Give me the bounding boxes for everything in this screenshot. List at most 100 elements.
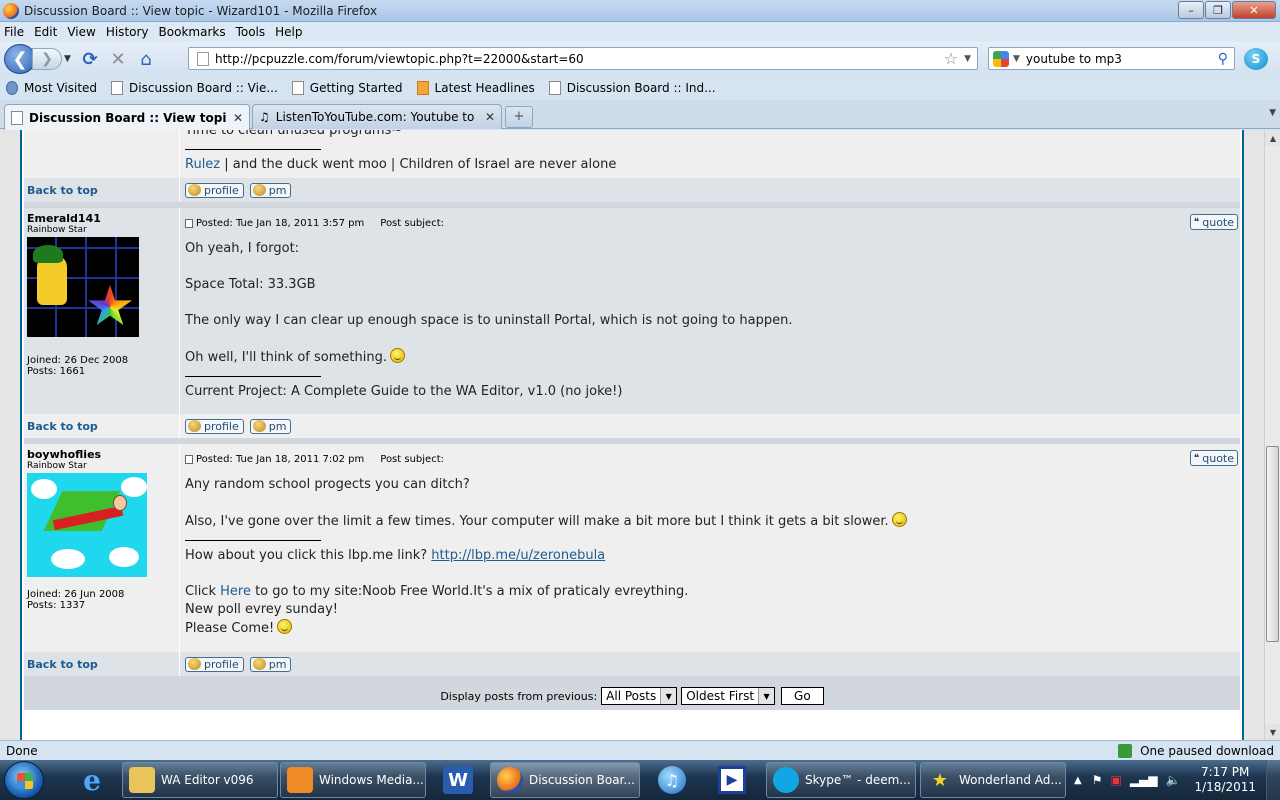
post-subject: Post subject: — [380, 217, 444, 229]
taskbar-label: Windows Media... — [319, 773, 424, 787]
bookmark-most-visited[interactable]: Most Visited — [6, 81, 97, 95]
select-value: All Posts — [606, 689, 657, 703]
action-center-flag-icon[interactable]: ⚑ — [1092, 773, 1103, 787]
post-body: Time to clean unused programs~ Rulez | a… — [180, 130, 1240, 178]
profile-button[interactable]: profile — [185, 418, 244, 434]
new-tab-button[interactable]: + — [505, 106, 533, 128]
minimize-button[interactable]: – — [1178, 1, 1204, 19]
profile-button[interactable]: profile — [185, 182, 244, 198]
close-tab-icon[interactable]: ✕ — [233, 111, 243, 125]
tab-listentoyoutube[interactable]: ♫ ListenToYouTube.com: Youtube to ... ✕ — [252, 104, 502, 129]
profile-icon — [188, 658, 201, 670]
taskbar-button-wa-editor[interactable]: WA Editor v096 — [122, 762, 278, 798]
author-name[interactable]: Emerald141 — [27, 212, 176, 225]
start-button[interactable] — [4, 761, 44, 799]
author-name[interactable]: boywhoflies — [27, 448, 176, 461]
search-icon[interactable]: ⚲ — [1218, 51, 1228, 67]
search-engine-dropdown-icon[interactable]: ▼ — [1013, 54, 1020, 64]
taskbar-button-skype[interactable]: Skype™ - deem... — [766, 762, 916, 798]
itunes-icon[interactable]: ♫ — [644, 762, 700, 798]
bookmark-latest-headlines[interactable]: Latest Headlines — [416, 81, 535, 95]
word-icon[interactable]: W — [430, 762, 486, 798]
menu-bookmarks[interactable]: Bookmarks — [159, 25, 226, 39]
back-to-top-link[interactable]: Back to top — [24, 652, 180, 676]
tab-label: ListenToYouTube.com: Youtube to ... — [275, 110, 479, 124]
vertical-scrollbar[interactable]: ▲ ▼ — [1264, 130, 1280, 740]
star-icon: ★ — [931, 769, 949, 791]
post-footer: Back to top profile pm — [24, 178, 1240, 202]
tab-discussion-board[interactable]: Discussion Board :: View topic - W... ✕ — [4, 104, 250, 130]
menu-history[interactable]: History — [106, 25, 149, 39]
download-icon — [1118, 743, 1133, 758]
bookmark-getting-started[interactable]: Getting Started — [291, 81, 403, 95]
maximize-button[interactable]: ❐ — [1205, 1, 1231, 19]
network-icon[interactable]: ▂▄▆ — [1130, 773, 1158, 787]
clock[interactable]: 7:17 PM 1/18/2011 — [1194, 765, 1256, 795]
google-icon[interactable] — [993, 50, 1009, 67]
stop-icon[interactable]: ✕ — [104, 47, 132, 71]
url-dropdown-icon[interactable]: ▼ — [964, 54, 971, 64]
profile-button[interactable]: profile — [185, 656, 244, 672]
home-icon[interactable]: ⌂ — [132, 47, 160, 71]
taskbar-label: Wonderland Ad... — [959, 773, 1062, 787]
here-link[interactable]: Here — [220, 584, 251, 599]
url-text[interactable]: http://pcpuzzle.com/forum/viewtopic.php?… — [215, 52, 944, 66]
post-line: The only way I can clear up enough space… — [185, 313, 793, 328]
taskbar-button-wonderland[interactable]: ★ Wonderland Ad... — [920, 762, 1066, 798]
history-dropdown-icon[interactable]: ▼ — [64, 54, 76, 64]
pm-label: pm — [268, 183, 287, 197]
pm-button[interactable]: pm — [249, 418, 292, 434]
menu-tools[interactable]: Tools — [236, 25, 266, 39]
volume-icon[interactable]: 🔈 — [1166, 773, 1181, 787]
menu-file[interactable]: File — [4, 25, 24, 39]
menu-edit[interactable]: Edit — [34, 25, 57, 39]
post-text: Oh yeah, I forgot: Space Total: 33.3GB T… — [185, 240, 1236, 401]
close-tab-icon[interactable]: ✕ — [485, 110, 495, 124]
quote-label: quote — [1202, 215, 1234, 229]
menu-help[interactable]: Help — [275, 25, 302, 39]
media-app-icon[interactable]: ▶ — [704, 762, 760, 798]
pm-button[interactable]: pm — [249, 656, 292, 672]
show-desktop-button[interactable] — [1266, 760, 1280, 800]
post-text: Time to clean unused programs~ — [185, 130, 403, 138]
page-icon — [291, 81, 304, 95]
bookmark-label: Discussion Board :: Vie... — [129, 81, 278, 95]
signature-link-rulez[interactable]: Rulez — [185, 157, 220, 172]
quote-button[interactable]: ❝ quote — [1189, 450, 1238, 466]
menu-view[interactable]: View — [67, 25, 95, 39]
internet-explorer-icon[interactable]: e — [64, 762, 120, 798]
post-emerald141: Emerald141 Rainbow Star Joined: 26 Dec 2… — [24, 208, 1240, 414]
taskbar-button-windows-media[interactable]: Windows Media... — [280, 762, 426, 798]
quote-button[interactable]: ❝ quote — [1189, 214, 1238, 230]
taskbar-button-firefox[interactable]: Discussion Boar... — [490, 762, 640, 798]
search-input[interactable] — [1025, 51, 1218, 66]
search-bar[interactable]: ▼ ⚲ — [988, 47, 1235, 70]
back-to-top-link[interactable]: Back to top — [24, 414, 180, 438]
url-bar[interactable]: http://pcpuzzle.com/forum/viewtopic.php?… — [188, 47, 978, 70]
bookmark-discussion-board-view[interactable]: Discussion Board :: Vie... — [111, 81, 278, 95]
scroll-down-icon[interactable]: ▼ — [1265, 724, 1280, 740]
list-all-tabs-icon[interactable]: ▼ — [1269, 108, 1276, 118]
pm-button[interactable]: pm — [249, 182, 292, 198]
go-button[interactable]: Go — [781, 687, 824, 705]
reload-icon[interactable]: ⟳ — [76, 47, 104, 71]
tray-app-icon[interactable]: ▣ — [1110, 773, 1121, 787]
scrollbar-thumb[interactable] — [1266, 446, 1279, 642]
download-status[interactable]: One paused download — [1118, 743, 1274, 758]
skype-icon[interactable]: S — [1244, 48, 1268, 70]
sort-order-select[interactable]: Oldest First ▼ — [681, 687, 776, 705]
lbp-me-link[interactable]: http://lbp.me/u/zeronebula — [431, 548, 605, 563]
post-footer: Back to top profile pm — [24, 652, 1240, 676]
display-label: Display posts from previous: — [440, 689, 598, 703]
show-hidden-icons-icon[interactable]: ▲ — [1074, 775, 1082, 786]
profile-label: profile — [204, 419, 239, 433]
scroll-up-icon[interactable]: ▲ — [1265, 130, 1280, 146]
bookmark-star-icon[interactable]: ☆ — [944, 49, 958, 68]
back-to-top-link[interactable]: Back to top — [24, 178, 180, 202]
bookmark-discussion-board-index[interactable]: Discussion Board :: Ind... — [548, 81, 716, 95]
posts-range-select[interactable]: All Posts ▼ — [601, 687, 678, 705]
tab-strip: Discussion Board :: View topic - W... ✕ … — [0, 100, 1280, 130]
forward-arrow-icon: ❯ — [41, 51, 53, 67]
close-window-button[interactable]: ✕ — [1232, 1, 1276, 19]
forward-button[interactable]: ❯ — [32, 48, 62, 70]
